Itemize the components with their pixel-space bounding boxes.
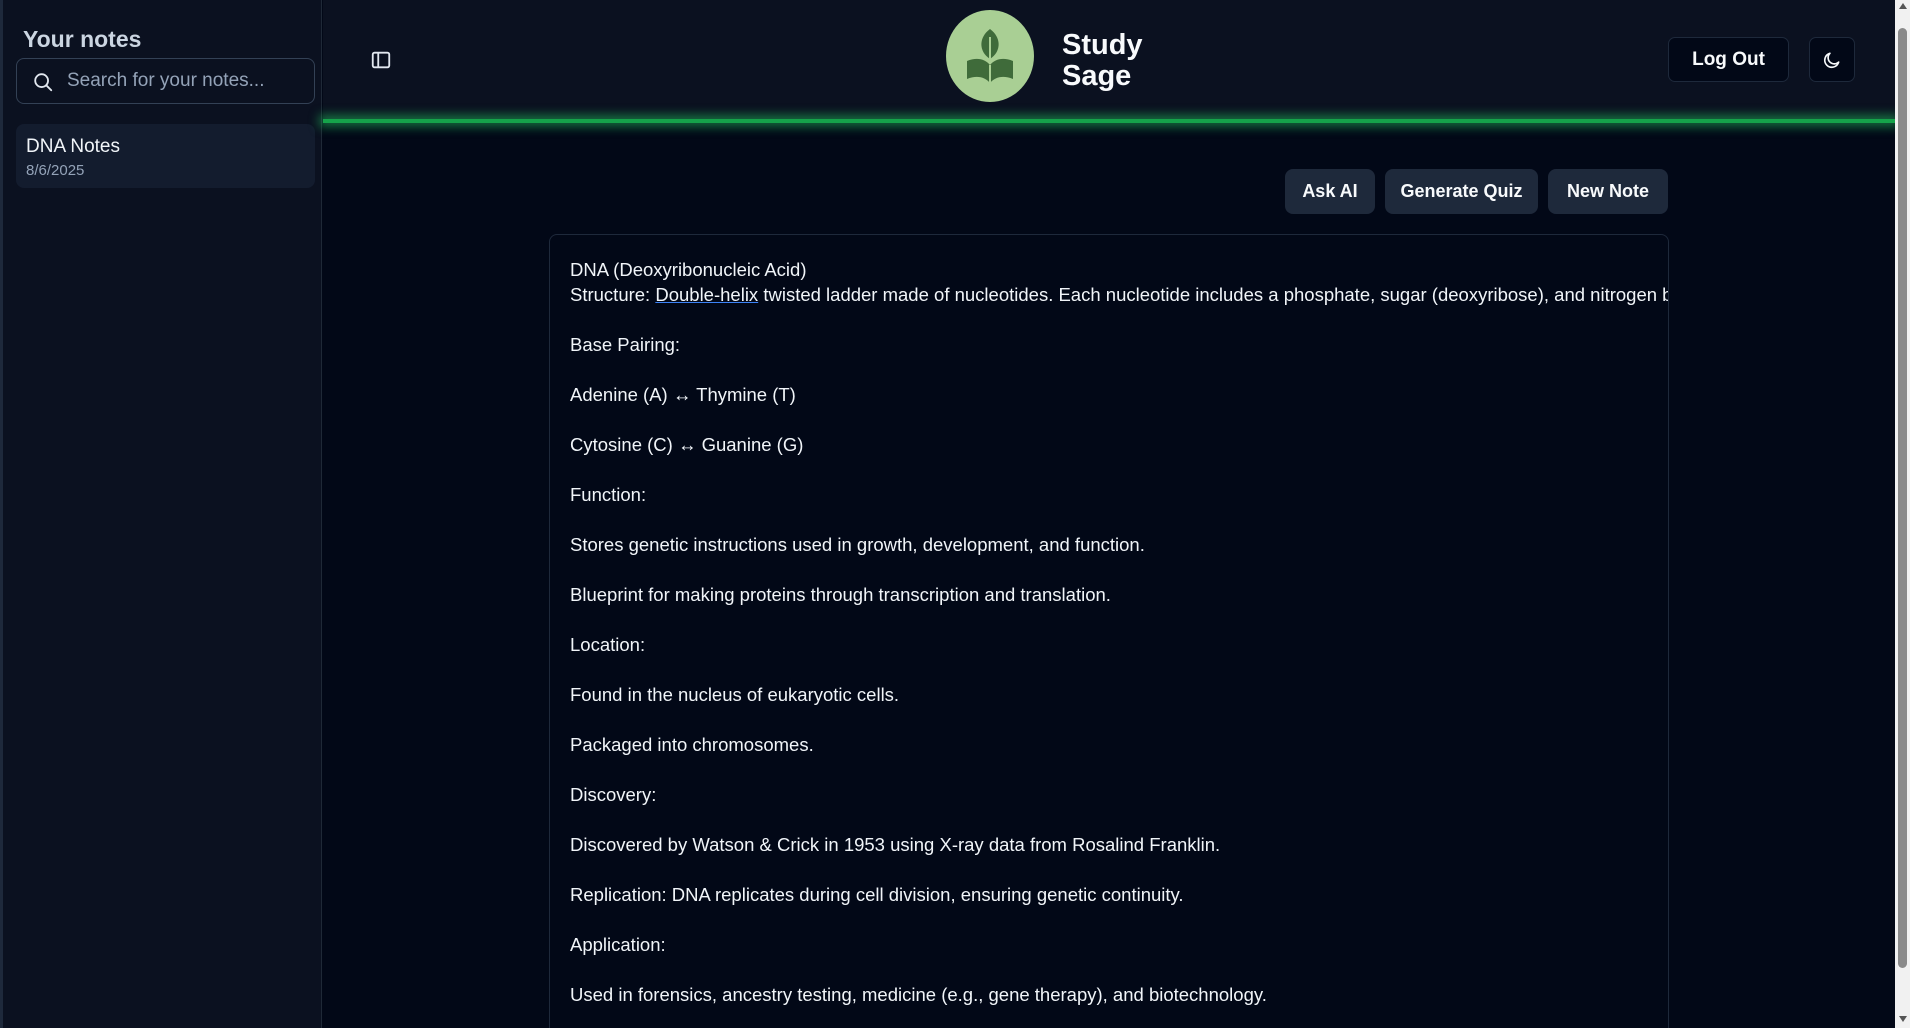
structure-prefix: Structure:	[570, 284, 656, 305]
search-icon	[34, 73, 53, 92]
scrollbar-thumb[interactable]	[1898, 28, 1907, 968]
logout-button[interactable]: Log Out	[1668, 37, 1789, 82]
brand-line-1: Study	[1062, 29, 1143, 61]
note-date: 8/6/2025	[26, 162, 85, 179]
sidebar-title: Your notes	[23, 26, 142, 52]
new-note-button[interactable]: New Note	[1548, 169, 1668, 214]
notes-sidebar: Your notes DNA Notes 8/6/2025	[0, 0, 322, 1028]
note-line: Base Pairing:	[570, 334, 681, 355]
structure-rest: twisted ladder made of nucleotides. Each…	[758, 284, 1669, 305]
brand-name: Study Sage	[1062, 30, 1143, 92]
spellcheck-word: Double-helix	[655, 284, 759, 305]
note-structure-line: Structure: Double-helix twisted ladder m…	[570, 282, 1668, 307]
scroll-up-arrow-icon[interactable]	[1899, 3, 1907, 9]
note-title: DNA Notes	[26, 136, 120, 157]
note-line: Found in the nucleus of eukaryotic cells…	[570, 684, 900, 705]
panel-left-icon[interactable]	[370, 49, 392, 71]
header-divider	[323, 119, 1895, 123]
page-scrollbar[interactable]	[1895, 0, 1910, 1028]
note-line: Discovered by Watson & Crick in 1953 usi…	[570, 834, 1221, 855]
note-line: Blueprint for making proteins through tr…	[570, 584, 1111, 605]
moon-icon	[1823, 52, 1840, 68]
note-line: Adenine (A) ↔ Thymine (T)	[570, 384, 796, 405]
note-line: Used in forensics, ancestry testing, med…	[570, 984, 1267, 1005]
ask-ai-button[interactable]: Ask AI	[1285, 169, 1375, 214]
logo	[946, 10, 1034, 102]
note-line: Packaged into chromosomes.	[570, 734, 814, 755]
search-input[interactable]	[67, 59, 307, 103]
note-line: DNA (Deoxyribonucleic Acid)	[570, 259, 807, 280]
note-line: Replication: DNA replicates during cell …	[570, 884, 1184, 905]
note-line: Stores genetic instructions used in grow…	[570, 534, 1145, 555]
note-line: Application:	[570, 934, 666, 955]
scroll-down-arrow-icon[interactable]	[1899, 1016, 1907, 1022]
search-box[interactable]	[16, 58, 315, 104]
note-editor[interactable]: DNA (Deoxyribonucleic Acid) Structure: D…	[549, 234, 1669, 1028]
leaf-book-icon	[967, 29, 1013, 83]
note-line: Discovery:	[570, 784, 657, 805]
theme-toggle-button[interactable]	[1809, 37, 1855, 82]
note-line: Function:	[570, 484, 647, 505]
note-list-item[interactable]: DNA Notes 8/6/2025	[16, 124, 315, 188]
note-line: Cytosine (C) ↔ Guanine (G)	[570, 434, 804, 455]
note-line: Location:	[570, 634, 646, 655]
generate-quiz-button[interactable]: Generate Quiz	[1385, 169, 1538, 214]
brand-line-2: Sage	[1062, 60, 1132, 92]
